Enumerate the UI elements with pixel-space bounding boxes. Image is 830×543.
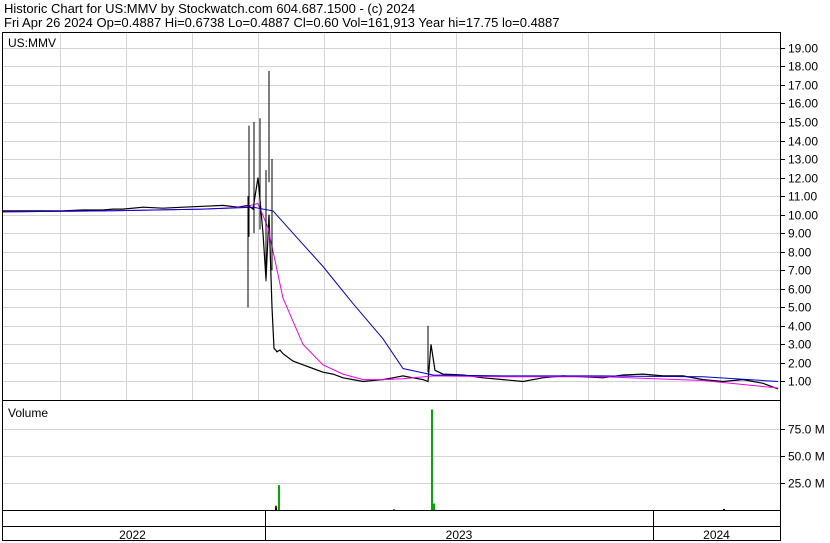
volume-tick-label: 50.0 M [788,450,825,464]
price-tick-label: 19.00 [788,42,818,56]
volume-bar [275,507,277,510]
price-tick-label: 17.00 [788,79,818,93]
price-tick-label: 15.00 [788,116,818,130]
price-tick-label: 2.00 [788,357,812,371]
price-tick-label: 1.00 [788,375,812,389]
price-tick-label: 18.00 [788,60,818,74]
stock-chart: 1.00 2.00 3.00 4.00 5.00 6.00 7.00 8.00 9.00 10.0… [2,32,825,542]
volume-bar [431,409,433,510]
volume-panel-label: Volume [8,406,48,420]
year-label: 2022 [119,528,146,542]
price-tick-label: 5.00 [788,301,812,315]
volume-bar [393,509,395,511]
price-tick-label: 7.00 [788,264,812,278]
volume-tick-label: 75.0 M [788,423,825,437]
price-tick-label: 10.00 [788,209,818,223]
volume-bar [433,503,435,510]
volume-panel-frame [2,400,781,511]
price-tick-label: 12.00 [788,172,818,186]
price-tick-label: 16.00 [788,97,818,111]
volume-bar [278,485,280,510]
price-tick-label: 11.00 [788,190,817,204]
price-tick-label: 9.00 [788,227,812,241]
price-tick-label: 3.00 [788,338,812,352]
price-tick-label: 13.00 [788,153,818,167]
price-tick-label: 4.00 [788,320,812,334]
volume-tick-label: 25.0 M [788,477,825,491]
volume-bar [723,508,725,510]
year-label: 2024 [703,528,730,542]
price-panel-label: US:MMV [8,36,56,50]
price-tick-label: 6.00 [788,283,812,297]
price-tick-label: 14.00 [788,135,818,149]
price-panel-frame [2,32,781,401]
price-tick-label: 8.00 [788,246,812,260]
year-label: 2023 [446,528,473,542]
